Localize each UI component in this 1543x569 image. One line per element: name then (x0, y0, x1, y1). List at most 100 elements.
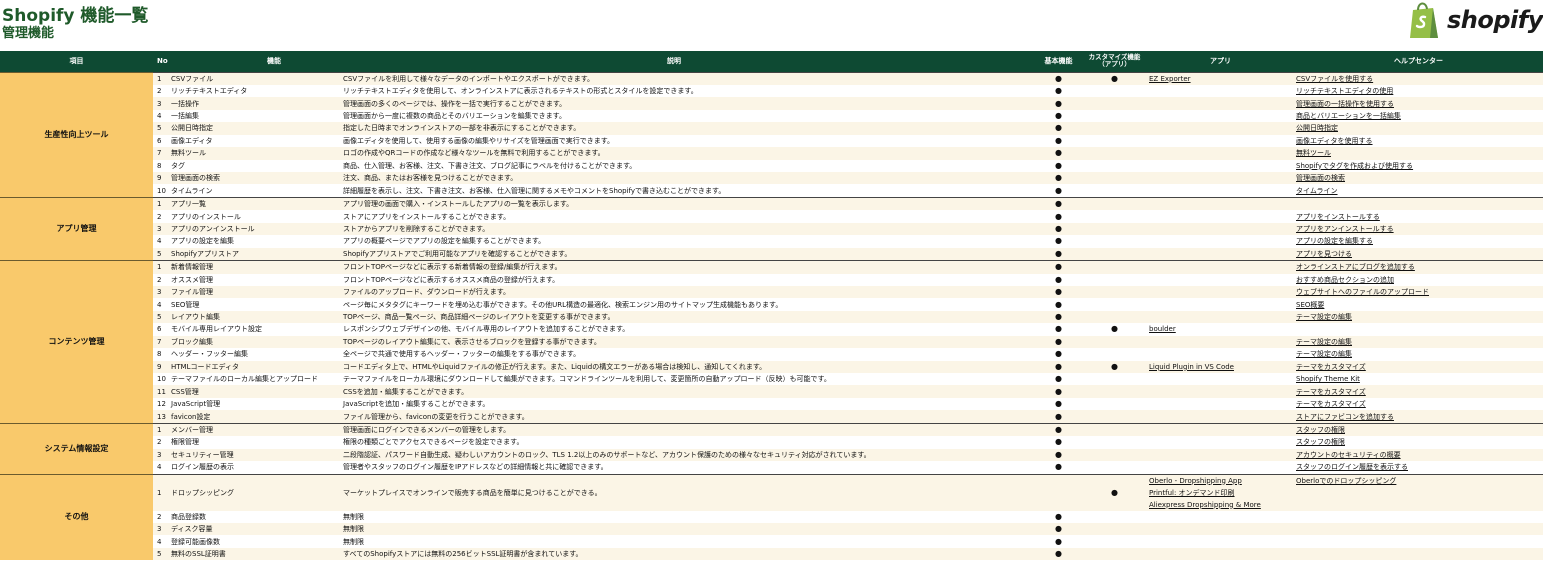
basic-feature-mark: ● (1035, 522, 1082, 536)
header-no: No (157, 56, 168, 65)
basic-feature-mark: ● (1035, 410, 1082, 424)
row-number: 10 (153, 184, 169, 198)
help-link[interactable]: おすすめ商品セクションの追加 (1296, 276, 1394, 284)
help-link[interactable]: 管理画面の検索 (1296, 174, 1345, 182)
help-link[interactable]: CSVファイルを使用する (1296, 75, 1373, 83)
help-link[interactable]: 商品とバリエーションを一括編集 (1296, 112, 1401, 120)
help-link[interactable]: 公開日時指定 (1296, 124, 1338, 132)
feature-description: 無制限 (341, 510, 1035, 523)
custom-feature-mark: ● (1082, 323, 1147, 336)
feature-description: Shopifyアプリストアでご利用可能なアプリを確認することができます。 (341, 247, 1035, 261)
app-cell (1147, 448, 1294, 462)
feature-name: 商品登録数 (169, 510, 341, 523)
help-link[interactable]: Shopify Theme Kit (1296, 375, 1360, 383)
app-link[interactable]: Aliexpress Dropshipping & More (1149, 501, 1261, 509)
row-number: 3 (153, 448, 169, 462)
app-link[interactable]: Liquid Plugin in VS Code (1149, 363, 1234, 371)
help-link[interactable]: ウェブサイトへのファイルのアップロード (1296, 288, 1429, 296)
help-link[interactable]: スタッフのログイン履歴を表示する (1296, 463, 1408, 471)
help-link[interactable]: リッチテキストエディタの使用 (1296, 87, 1393, 95)
help-link[interactable]: テーマ設定の編集 (1296, 313, 1352, 321)
custom-feature-mark (1082, 436, 1147, 449)
help-link[interactable]: アプリをインストールする (1296, 213, 1380, 221)
help-link[interactable]: テーマ設定の編集 (1296, 350, 1352, 358)
app-link[interactable]: Printful: オンデマンド印刷 (1149, 489, 1235, 497)
help-link[interactable]: テーマ設定の編集 (1296, 338, 1352, 346)
help-link[interactable]: テーマをカスタマイズ (1296, 363, 1366, 371)
help-cell: アプリの設定を編集する (1294, 235, 1543, 248)
app-cell (1147, 348, 1294, 361)
row-number: 2 (153, 436, 169, 449)
feature-name: ファイル管理 (169, 285, 341, 299)
feature-name: ヘッダー・フッター編集 (169, 348, 341, 361)
help-link[interactable]: 無料ツール (1296, 149, 1331, 157)
row-number: 4 (153, 461, 169, 474)
feature-name: HTMLコードエディタ (169, 360, 341, 373)
table-row: 5 レイアウト編集 TOPページ、商品一覧ページ、商品詳細ページのレイアウトを変更す… (0, 310, 1543, 324)
custom-feature-mark (1082, 285, 1147, 299)
header-category: 項目 (69, 56, 84, 65)
row-number: 6 (153, 323, 169, 336)
feature-description: 管理画面から一度に複数の商品とそのバリエーションを編集できます。 (341, 109, 1035, 123)
table-row: 7 ブロック編集 TOPページのレイアウト編集にて、表示させるブロックを登録する事が… (0, 335, 1543, 349)
help-cell (1294, 522, 1543, 536)
help-link[interactable]: オンラインストアにブログを追加する (1296, 263, 1415, 271)
help-link[interactable]: アカウントのセキュリティの概要 (1296, 451, 1401, 459)
app-cell (1147, 436, 1294, 449)
feature-description: リッチテキストエディタを使用して、オンラインストアに表示されるテキストの形式とス… (341, 84, 1035, 98)
help-link[interactable]: SEO概要 (1296, 301, 1324, 309)
app-cell (1147, 310, 1294, 324)
app-cell (1147, 260, 1294, 274)
basic-feature-mark: ● (1035, 298, 1082, 311)
row-number: 5 (153, 547, 169, 561)
help-link[interactable]: テーマをカスタマイズ (1296, 388, 1366, 396)
help-link[interactable]: 管理画面の一括操作を使用する (1296, 100, 1394, 108)
custom-feature-mark (1082, 247, 1147, 261)
row-number: 1 (153, 196, 169, 211)
feature-name: 画像エディタ (169, 134, 341, 148)
help-cell: アプリをインストールする (1294, 210, 1543, 223)
app-cell (1147, 335, 1294, 349)
basic-feature-mark: ● (1035, 260, 1082, 274)
feature-name: 公開日時指定 (169, 122, 341, 135)
table-row: 4 登録可能画像数 無制限 ● (0, 535, 1543, 548)
help-link[interactable]: アプリの設定を編集する (1296, 237, 1373, 245)
feature-description: ページ毎にメタタグにキーワードを埋め込む事ができます。その他URL構造の最適化、… (341, 298, 1035, 311)
help-link[interactable]: ストアにファビコンを追加する (1296, 413, 1394, 421)
app-link[interactable]: boulder (1149, 325, 1176, 333)
feature-name: 無料ツール (169, 147, 341, 160)
app-cell (1147, 184, 1294, 198)
help-link[interactable]: スタッフの権限 (1296, 438, 1345, 446)
app-link[interactable]: EZ Exporter (1149, 75, 1191, 83)
help-link[interactable]: アプリをアンインストールする (1296, 225, 1394, 233)
custom-feature-mark (1082, 196, 1147, 211)
basic-feature-mark: ● (1035, 348, 1082, 361)
basic-feature-mark: ● (1035, 184, 1082, 198)
basic-feature-mark: ● (1035, 84, 1082, 98)
help-link[interactable]: Oberloでのドロップシッピング (1296, 477, 1396, 485)
basic-feature-mark: ● (1035, 535, 1082, 548)
custom-feature-mark (1082, 147, 1147, 160)
table-row: 4 ログイン履歴の表示 管理者やスタッフのログイン履歴をIPアドレスなどの詳細情報と… (0, 461, 1543, 474)
help-link[interactable]: タイムライン (1296, 187, 1338, 195)
basic-feature-mark: ● (1035, 210, 1082, 223)
table-row: 3 アプリのアンインストール ストアからアプリを削除することができます。 ● アプリをア… (0, 222, 1543, 236)
header-custom: カスタマイズ機能（アプリ） (1088, 53, 1141, 69)
help-link[interactable]: 画像エディタを使用する (1296, 137, 1373, 145)
row-number: 4 (153, 535, 169, 548)
row-number: 3 (153, 222, 169, 236)
help-link[interactable]: スタッフの権限 (1296, 426, 1345, 434)
feature-description: ストアからアプリを削除することができます。 (341, 222, 1035, 236)
help-link[interactable]: テーマをカスタマイズ (1296, 400, 1366, 408)
custom-feature-mark (1082, 222, 1147, 236)
app-link[interactable]: Oberlo ‑ Dropshipping App (1149, 477, 1242, 485)
feature-name: SEO管理 (169, 298, 341, 311)
help-link[interactable]: Shopifyでタグを作成および使用する (1296, 162, 1413, 170)
row-number: 7 (153, 335, 169, 349)
basic-feature-mark: ● (1035, 109, 1082, 123)
basic-feature-mark: ● (1035, 422, 1082, 437)
feature-description: 商品、仕入管理、お客様、注文、下書き注文、ブログ記事にラベルを付けることができま… (341, 159, 1035, 172)
table-row: 4 アプリの設定を編集 アプリの概要ページでアプリの設定を編集することができます。 ●… (0, 235, 1543, 248)
help-link[interactable]: アプリを見つける (1296, 250, 1352, 258)
feature-description: 無制限 (341, 535, 1035, 548)
